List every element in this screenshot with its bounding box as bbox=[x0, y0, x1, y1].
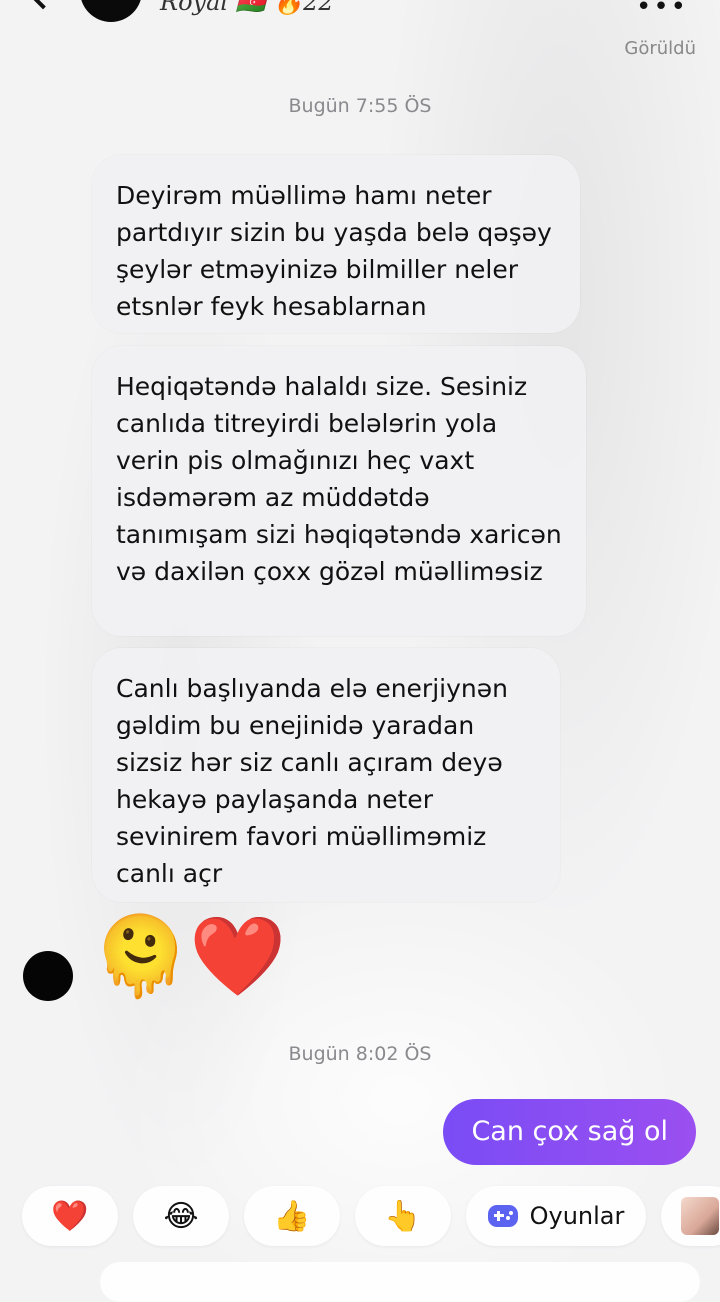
received-message-bubble[interactable]: Heqiqətəndə halaldı size. Sesiniz canlıd… bbox=[92, 346, 586, 636]
chat-header: Royal 🇦🇿 🔥22 ••• bbox=[0, 0, 720, 30]
sent-message-bubble[interactable]: Can çox sağ ol bbox=[443, 1099, 696, 1165]
contact-name-text: Royal bbox=[160, 0, 229, 16]
message-timestamp: Bugün 7:55 ÖS bbox=[288, 95, 432, 117]
emoji-message[interactable]: 🫠❤️ bbox=[92, 912, 286, 1002]
heart-icon: ❤️ bbox=[51, 1198, 89, 1234]
message-composer[interactable] bbox=[100, 1262, 700, 1302]
laughing-face-icon: 😂 bbox=[163, 1198, 199, 1234]
pointing-up-icon: 👆 bbox=[384, 1198, 422, 1234]
message-timestamp: Bugün 8:02 ÖS bbox=[288, 1043, 432, 1065]
games-label: Oyunlar bbox=[529, 1202, 625, 1230]
quick-reply-thumbs-up[interactable]: 👍 bbox=[244, 1186, 340, 1246]
sticker-button[interactable] bbox=[661, 1186, 720, 1246]
thumbs-up-icon: 👍 bbox=[273, 1198, 311, 1234]
sender-avatar[interactable] bbox=[23, 951, 73, 1001]
back-arrow-icon[interactable] bbox=[24, 0, 62, 10]
quick-reply-heart[interactable]: ❤️ bbox=[22, 1186, 118, 1246]
received-message-bubble[interactable]: Canlı başlıyanda elə enerjiynən gəldim b… bbox=[92, 648, 560, 902]
quick-reply-bar: ❤️ 😂 👍 👆 Oyunlar bbox=[0, 1186, 720, 1250]
gamepad-icon bbox=[487, 1205, 518, 1227]
quick-reply-point-up[interactable]: 👆 bbox=[355, 1186, 451, 1246]
more-options-icon[interactable]: ••• bbox=[636, 0, 688, 22]
quick-reply-laugh[interactable]: 😂 bbox=[133, 1186, 229, 1246]
contact-badges: 🇦🇿 🔥22 bbox=[235, 0, 334, 16]
contact-name[interactable]: Royal 🇦🇿 🔥22 bbox=[160, 0, 334, 16]
received-message-bubble[interactable]: Deyirəm müəllimə hamı neter partdıyır si… bbox=[92, 155, 580, 333]
seen-status: Görüldü bbox=[624, 38, 696, 59]
games-button[interactable]: Oyunlar bbox=[466, 1186, 646, 1246]
contact-avatar[interactable] bbox=[80, 0, 142, 22]
sticker-thumbnail-icon bbox=[681, 1197, 719, 1235]
